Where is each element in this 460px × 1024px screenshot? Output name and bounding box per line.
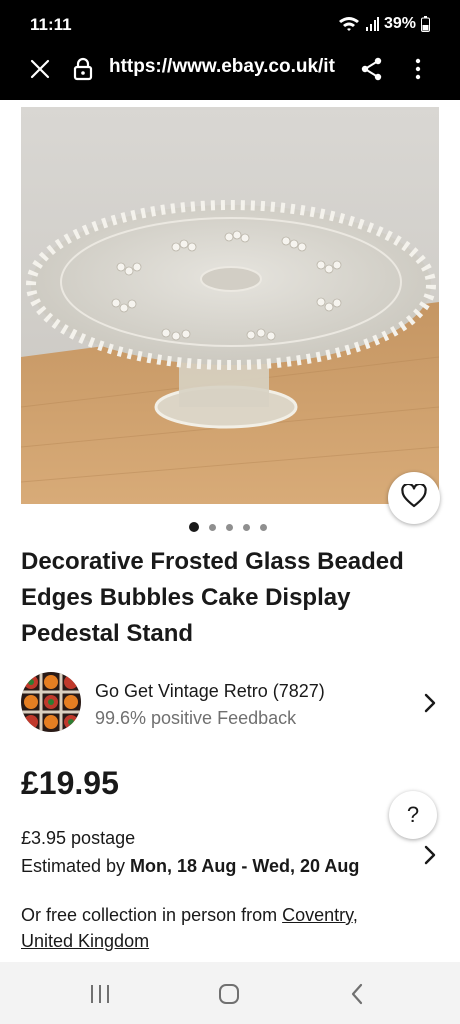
collection-prefix: Or free collection in person from <box>21 905 283 925</box>
carousel-dots[interactable] <box>189 522 267 532</box>
product-title: Decorative Frosted Glass Beaded Edges Bu… <box>21 548 404 647</box>
collection-country-link[interactable]: United Kingdom <box>21 931 149 951</box>
seller-row[interactable]: Go Get Vintage Retro (7827) 99.6% positi… <box>21 672 441 734</box>
chevron-right-icon[interactable] <box>423 844 437 871</box>
collection-info: Or free collection in person from Covent… <box>21 902 441 954</box>
battery-percent: 39% <box>383 15 416 32</box>
collection-city-link[interactable]: Coventry <box>282 905 353 925</box>
more-vert-icon[interactable] <box>412 57 424 86</box>
wifi-icon <box>338 16 360 32</box>
carousel-dot[interactable] <box>243 523 250 531</box>
share-icon[interactable] <box>361 57 383 86</box>
status-icons: 39% <box>338 15 430 33</box>
heart-outline-icon <box>401 482 427 513</box>
chevron-right-icon[interactable] <box>423 692 437 719</box>
postage-cost: £3.95 postage <box>21 828 136 848</box>
carousel-dot[interactable] <box>226 523 233 531</box>
battery-icon <box>421 16 430 32</box>
status-time: 11:11 <box>30 15 72 34</box>
help-button[interactable]: ? <box>389 791 437 839</box>
recent-apps-icon[interactable] <box>89 983 111 1010</box>
seller-avatar[interactable] <box>21 672 81 732</box>
seller-name[interactable]: Go Get Vintage Retro (7827) <box>95 681 325 702</box>
signal-icon <box>365 17 379 31</box>
carousel-dot[interactable] <box>209 523 216 531</box>
url-text[interactable]: https://www.ebay.co.uk/it <box>109 56 343 78</box>
product-image[interactable] <box>21 107 439 504</box>
collection-separator: , <box>352 905 358 925</box>
price: £19.95 <box>21 765 119 801</box>
delivery-estimate-prefix: Estimated by <box>21 856 131 876</box>
cake-stand-photo <box>21 107 439 504</box>
help-icon: ? <box>406 802 420 827</box>
delivery-estimate[interactable]: Estimated by Mon, 18 Aug - Wed, 20 Aug <box>21 856 359 877</box>
carousel-dot[interactable] <box>260 523 267 531</box>
home-icon[interactable] <box>217 982 241 1011</box>
seller-feedback: 99.6% positive Feedback <box>95 708 297 728</box>
lock-icon[interactable] <box>73 57 93 86</box>
delivery-dates: Mon, 18 Aug - Wed, 20 Aug <box>130 856 360 876</box>
carousel-dot-active[interactable] <box>189 522 199 532</box>
back-icon[interactable] <box>348 982 366 1011</box>
status-bar: 11:11 39% <box>0 0 460 50</box>
close-icon[interactable] <box>29 58 51 85</box>
wishlist-button[interactable] <box>388 472 440 524</box>
